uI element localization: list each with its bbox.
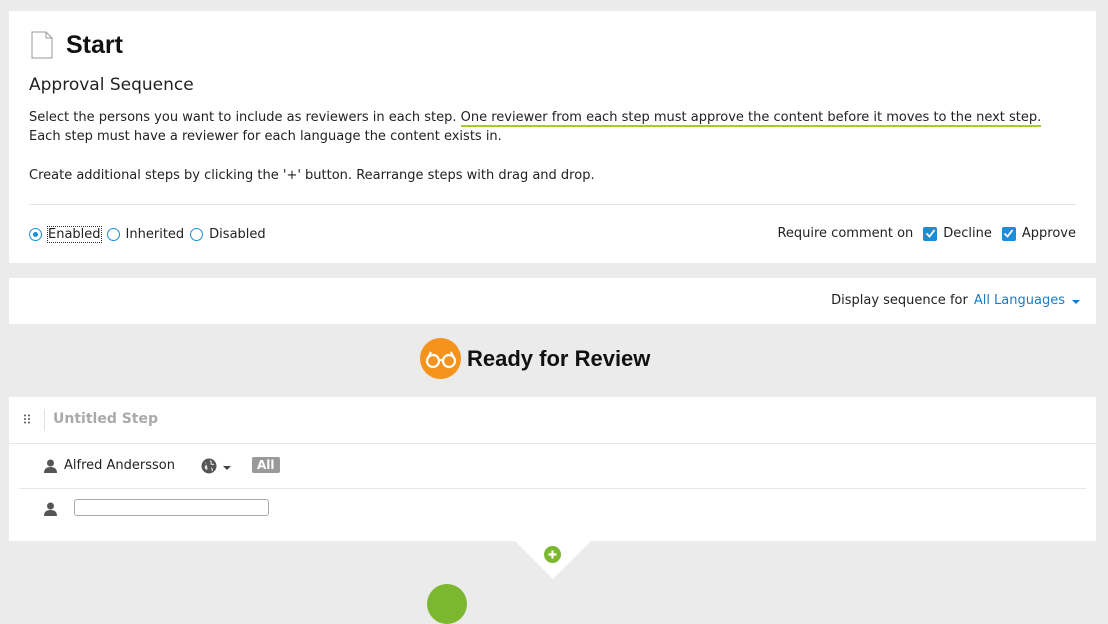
divider	[29, 204, 1076, 205]
radio-enabled[interactable]: Enabled	[29, 226, 102, 243]
title-row: Start	[31, 29, 123, 61]
radio-disabled[interactable]: Disabled	[190, 227, 266, 242]
user-icon	[44, 459, 57, 473]
step-header: Untitled Step	[9, 397, 1096, 444]
radio-enabled-button[interactable]	[29, 228, 42, 241]
radio-inherited-button[interactable]	[106, 228, 120, 241]
require-comment-label: Require comment on	[777, 226, 914, 241]
chevron-down-icon[interactable]	[223, 466, 231, 470]
language-dropdown[interactable]: All Languages	[974, 293, 1080, 308]
language-badge: All	[252, 457, 280, 473]
glasses-icon	[420, 338, 461, 379]
description-line3: Create additional steps by clicking the …	[29, 168, 595, 183]
drag-handle-icon[interactable]	[23, 414, 31, 424]
description-line2: Each step must have a reviewer for each …	[29, 129, 502, 144]
check-icon	[925, 229, 935, 238]
plus-icon[interactable]	[547, 549, 558, 560]
sequence-panel: Display sequence for All Languages	[9, 278, 1096, 324]
chevron-down-icon[interactable]	[1072, 300, 1080, 304]
next-stage-icon	[427, 584, 467, 624]
add-reviewer-row	[19, 489, 1086, 529]
step-card: Untitled Step Alfred Andersson All	[9, 397, 1096, 541]
reviewer-input[interactable]	[74, 499, 269, 516]
document-icon	[31, 31, 53, 59]
approval-sequence-panel: Start Approval Sequence Select the perso…	[9, 11, 1096, 263]
page-title: Start	[66, 30, 123, 59]
approve-label[interactable]: Approve	[1022, 226, 1076, 241]
stage-header: Ready for Review	[420, 338, 650, 379]
approve-checkbox[interactable]	[1001, 226, 1016, 241]
section-subtitle: Approval Sequence	[29, 75, 194, 95]
user-icon	[44, 502, 57, 516]
display-sequence-label: Display sequence for	[831, 293, 968, 308]
require-comment-row: Require comment on Decline Approve	[777, 226, 1076, 241]
globe-icon[interactable]	[201, 458, 217, 474]
description-highlight: One reviewer from each step must approve…	[460, 110, 1042, 127]
header-separator	[44, 409, 45, 431]
step-name[interactable]: Untitled Step	[53, 411, 158, 427]
check-icon	[1004, 229, 1014, 238]
stage-title: Ready for Review	[467, 345, 651, 371]
language-selector: Display sequence for All Languages	[831, 293, 1080, 308]
description: Select the persons you want to include a…	[29, 108, 1089, 185]
language-dropdown-value[interactable]: All Languages	[974, 293, 1065, 308]
decline-label[interactable]: Decline	[943, 226, 992, 241]
reviewer-name: Alfred Andersson	[64, 458, 175, 473]
radio-disabled-button[interactable]	[190, 228, 204, 241]
add-step-button[interactable]	[544, 546, 561, 563]
decline-checkbox[interactable]	[923, 226, 938, 241]
reviewer-row: Alfred Andersson All	[19, 443, 1086, 489]
radio-inherited[interactable]: Inherited	[106, 227, 185, 242]
radio-inherited-label[interactable]: Inherited	[126, 227, 185, 242]
radio-enabled-label[interactable]: Enabled	[47, 226, 102, 243]
radio-disabled-label[interactable]: Disabled	[209, 227, 265, 242]
description-text: Select the persons you want to include a…	[29, 110, 461, 125]
mode-radio-group: Enabled Inherited Disabled	[29, 226, 272, 243]
